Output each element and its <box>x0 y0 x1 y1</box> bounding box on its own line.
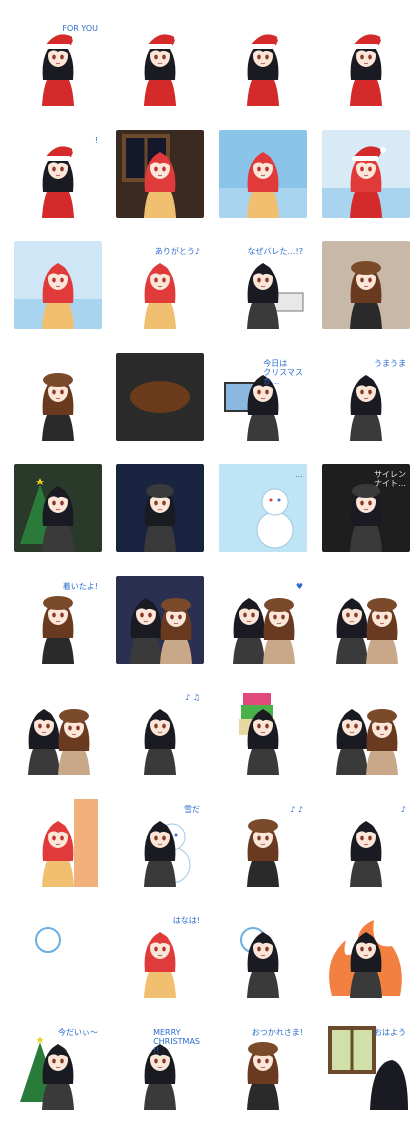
sticker-art <box>14 263 102 329</box>
sticker-art <box>350 374 382 441</box>
sticker-girl-microphone[interactable]: ♪ <box>322 798 410 887</box>
sticker-art <box>130 597 192 664</box>
sticker-redhead-pointing[interactable]: はなは! <box>116 910 204 998</box>
sticker-santa-girl-sleeping-redhead[interactable] <box>322 129 410 218</box>
sticker-santa-girl-chimney[interactable]: ! <box>14 129 102 218</box>
sticker-art <box>42 145 78 218</box>
sticker-art <box>42 372 74 441</box>
sticker-beret-girl-gift[interactable] <box>322 241 410 329</box>
sticker-girl-stacked-gifts[interactable] <box>219 687 307 775</box>
sticker-art <box>247 818 279 887</box>
sticker-art <box>42 798 98 887</box>
sticker-snowball-chibi[interactable] <box>219 910 307 998</box>
sticker-redhead-waking[interactable] <box>14 241 102 329</box>
sticker-art <box>336 709 398 775</box>
sticker-two-girls-sweat[interactable] <box>322 575 410 664</box>
sticker-art <box>329 920 402 998</box>
sticker-art <box>240 927 279 998</box>
sticker-beret-closeup-dark[interactable] <box>116 352 204 441</box>
sticker-art <box>233 597 295 664</box>
sticker-art <box>20 1035 74 1110</box>
sticker-snowman-ellipsis[interactable]: … <box>219 464 307 552</box>
sticker-art <box>144 34 180 106</box>
sticker-grid: FOR YOU! ありがとう♪ なぜバレた…!? 今日は クリスマス か… うまうま… サ… <box>0 0 420 1121</box>
sticker-art <box>350 34 386 106</box>
sticker-art <box>256 488 294 549</box>
sticker-art <box>322 145 410 218</box>
sticker-window-sunrise[interactable]: おはよう <box>322 1021 410 1110</box>
sticker-christmas-tree-snow[interactable] <box>14 464 102 552</box>
sticker-art <box>35 927 61 953</box>
sticker-silent-night[interactable]: サイレン ナイト… <box>322 464 410 552</box>
sticker-redhead-door-peek[interactable] <box>14 798 102 887</box>
sticker-art <box>144 263 176 329</box>
sticker-window-night-redhead[interactable] <box>116 129 204 218</box>
sticker-art <box>224 374 279 441</box>
sticker-art <box>42 34 78 106</box>
sticker-two-girls-heart[interactable]: ♥ <box>219 575 307 664</box>
sticker-art <box>336 597 398 664</box>
sticker-art <box>130 380 190 413</box>
sticker-girl-music-notes[interactable]: ♪ ♫ <box>116 687 204 775</box>
sticker-redhead-blanket[interactable] <box>219 129 307 218</box>
sticker-santa-girl-dots[interactable] <box>322 18 410 106</box>
sticker-girls-hug[interactable] <box>14 687 102 775</box>
sticker-art <box>219 151 307 218</box>
sticker-art <box>144 820 191 887</box>
sticker-art <box>247 34 283 106</box>
sticker-santa-girl-back-sack[interactable] <box>219 18 307 106</box>
sticker-girl-lying-cookie[interactable]: うまうま <box>322 352 410 441</box>
sticker-art <box>144 484 176 552</box>
sticker-art <box>144 709 176 775</box>
sticker-snowball-hit[interactable] <box>14 910 102 998</box>
sticker-snowman-girl[interactable]: 雪だ <box>116 798 204 887</box>
sticker-art <box>350 820 382 887</box>
sticker-art <box>42 595 74 664</box>
sticker-beret-girl-goodnight[interactable]: おつかれさま! <box>219 1021 307 1110</box>
sticker-redhead-thanks[interactable]: ありがとう♪ <box>116 241 204 329</box>
sticker-santa-girl-gift-bag[interactable]: FOR YOU <box>14 18 102 106</box>
sticker-art <box>247 263 304 329</box>
sticker-two-girls-night-gift[interactable] <box>116 575 204 664</box>
sticker-art <box>144 932 176 998</box>
sticker-beret-girl-arrived[interactable]: 着いたよ! <box>14 575 102 664</box>
sticker-art <box>350 261 382 329</box>
sticker-santa-girl-sweat[interactable] <box>116 18 204 106</box>
sticker-fire-girl-chair[interactable] <box>322 910 410 998</box>
sticker-office-girl-printer[interactable]: なぜバレた…!? <box>219 241 307 329</box>
sticker-beret-girl-card[interactable] <box>14 352 102 441</box>
sticker-girls-eating[interactable] <box>322 687 410 775</box>
sticker-art <box>328 1025 408 1110</box>
sticker-art <box>28 709 90 775</box>
sticker-beret-girl-singing[interactable]: ♪ ♪ <box>219 798 307 887</box>
sticker-girl-bench-snow[interactable] <box>116 464 204 552</box>
sticker-merry-christmas-group[interactable]: MERRY CHRISTMAS !! <box>116 1021 204 1110</box>
sticker-art <box>350 484 382 552</box>
sticker-art <box>122 133 176 218</box>
sticker-art <box>239 693 279 775</box>
sticker-art <box>144 1043 176 1110</box>
sticker-tree-star-girl[interactable]: 今だいぃ〜 <box>14 1021 102 1110</box>
sticker-art <box>20 478 74 552</box>
sticker-art <box>247 1041 279 1110</box>
sticker-computer-santa-hat[interactable]: 今日は クリスマス か… <box>219 352 307 441</box>
